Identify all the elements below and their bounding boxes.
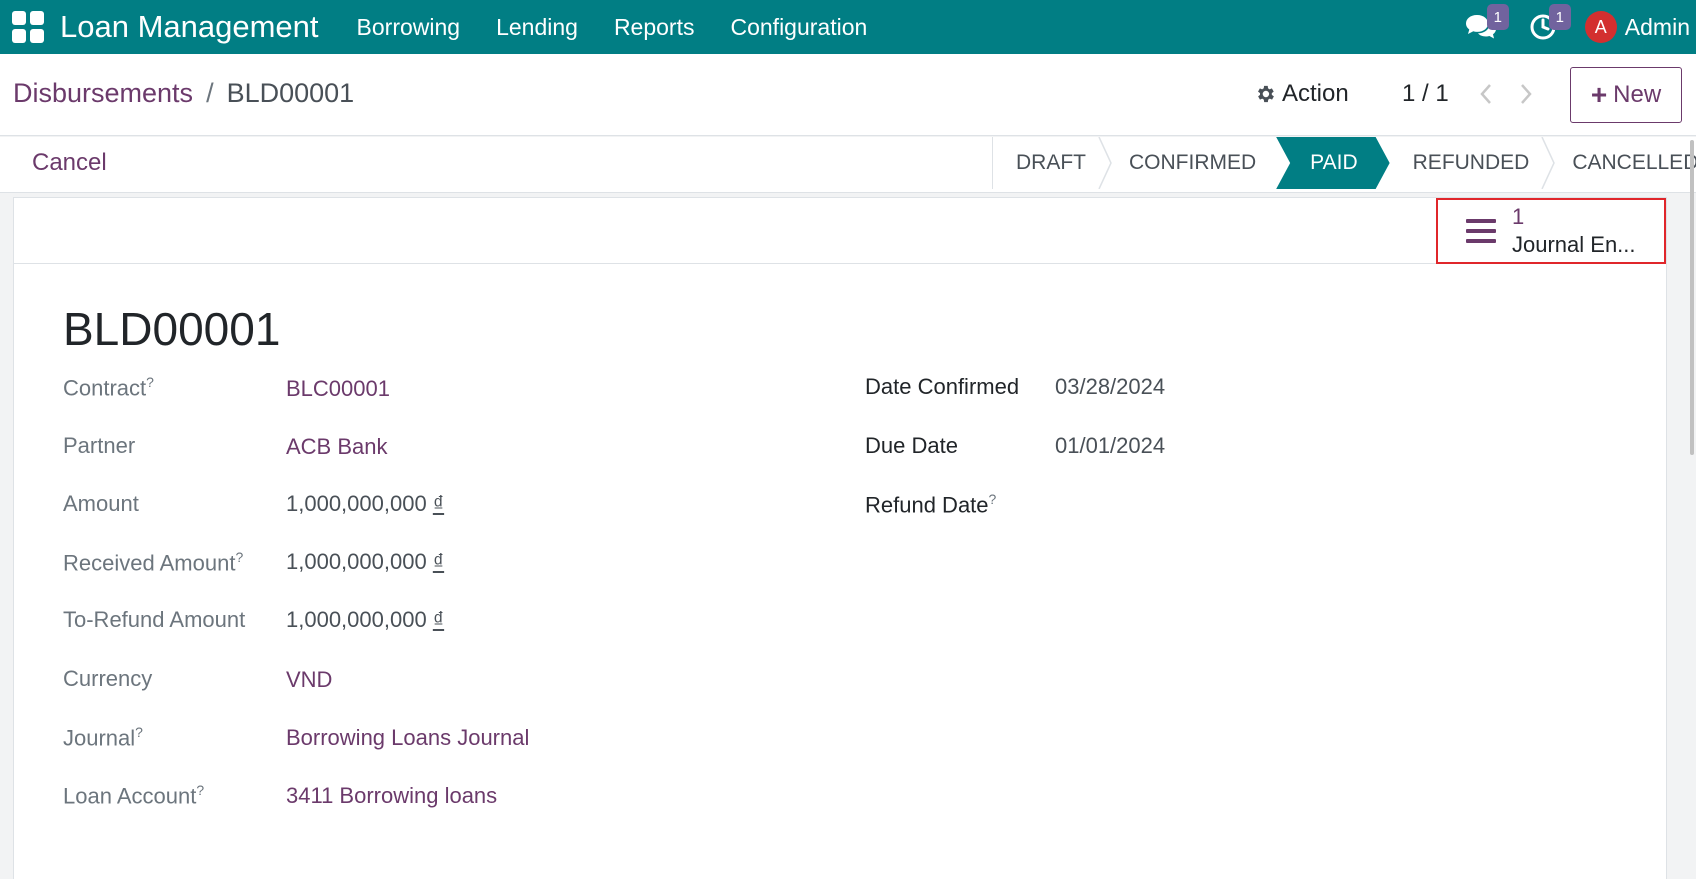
avatar: A [1584,11,1617,43]
record-title: BLD00001 [63,303,281,355]
chat-badge: 1 [1486,4,1509,30]
action-button[interactable]: Action [1254,80,1349,108]
to-refund-amount-value: 1,000,000,000 ₫ [286,607,445,632]
stage-cancelled[interactable]: CANCELLED [1549,137,1696,189]
stage-label: DRAFT [1016,151,1086,174]
amount-value: 1,000,000,000 ₫ [286,491,445,516]
app-title[interactable]: Loan Management [60,9,319,45]
stage-confirmed[interactable]: CONFIRMED [1106,137,1276,189]
cancel-button[interactable]: Cancel [32,149,107,177]
page-scrollbar[interactable] [1690,140,1694,455]
action-button-label: Action [1282,80,1349,107]
stage-pipeline: DRAFT CONFIRMED PAID REFUNDED CANCELLED [992,137,1696,189]
user-menu[interactable]: A Admin [1584,11,1690,43]
stage-label: REFUNDED [1412,151,1530,174]
menu-reports[interactable]: Reports [596,14,713,41]
received-amount-value: 1,000,000,000 ₫ [286,549,445,574]
partner-value[interactable]: ACB Bank [286,434,388,460]
help-tooltip-icon[interactable]: ? [135,724,143,740]
menu-borrowing[interactable]: Borrowing [339,14,479,41]
activity-clock-icon[interactable]: 1 [1523,0,1571,54]
journal-value[interactable]: Borrowing Loans Journal [286,725,529,751]
refund-date-label: Refund Date? [865,491,997,518]
contract-label: Contract? [63,374,154,401]
control-panel: Disbursements / BLD00001 Action 1 / 1 + … [0,54,1696,136]
due-date-label: Due Date [865,433,958,458]
chevron-right-icon [1521,84,1532,104]
bars-icon [1466,219,1496,243]
chevron-left-icon [1480,84,1491,104]
breadcrumb-current: BLD00001 [226,78,355,108]
breadcrumb-separator: / [206,78,214,108]
currency-symbol: ₫ [432,491,445,516]
stage-draft[interactable]: DRAFT [993,137,1112,189]
pager-next-button[interactable] [1514,80,1538,108]
gear-icon [1258,85,1274,103]
stage-refunded[interactable]: REFUNDED [1390,137,1556,189]
stage-label: CONFIRMED [1129,151,1257,174]
help-tooltip-icon[interactable]: ? [989,491,997,507]
status-bar: Cancel DRAFT CONFIRMED PAID REFUNDED CAN… [0,137,1696,193]
menu-lending[interactable]: Lending [478,14,596,41]
currency-symbol: ₫ [432,549,445,574]
loan-account-label: Loan Account? [63,782,205,809]
new-button-label: New [1613,81,1662,108]
due-date-value: 01/01/2024 [1055,433,1166,458]
help-tooltip-icon[interactable]: ? [235,549,243,565]
stage-paid[interactable]: PAID [1276,137,1389,189]
chat-icon[interactable]: 1 [1461,0,1509,54]
amount-label: Amount [63,491,139,516]
currency-symbol: ₫ [432,607,445,632]
help-tooltip-icon[interactable]: ? [146,374,154,390]
user-name: Admin [1624,13,1690,40]
journal-label: Journal? [63,724,143,751]
journal-entries-smart-button[interactable]: 1 Journal En... [1436,198,1666,264]
apps-menu-icon[interactable] [12,11,44,43]
stage-label: PAID [1310,151,1358,174]
pager-value[interactable]: 1 / 1 [1402,80,1449,108]
smart-button-box: 1 Journal En... [14,198,1666,264]
journal-entries-label: Journal En... [1512,232,1636,257]
loan-account-value[interactable]: 3411 Borrowing loans [286,783,497,809]
currency-label: Currency [63,666,153,691]
journal-entries-count: 1 [1512,204,1525,229]
partner-label: Partner [63,433,136,458]
breadcrumb-parent-link[interactable]: Disbursements [13,78,193,109]
help-tooltip-icon[interactable]: ? [196,782,204,798]
form-sheet: 1 Journal En... BLD00001 Contract? BLC00… [13,197,1667,879]
activity-badge: 1 [1548,4,1571,30]
date-confirmed-label: Date Confirmed [865,374,1020,399]
top-navbar: Loan Management Borrowing Lending Report… [0,0,1696,54]
date-confirmed-value: 03/28/2024 [1055,374,1166,399]
breadcrumb: Disbursements / BLD00001 [13,78,354,109]
contract-value[interactable]: BLC00001 [286,376,390,402]
new-button[interactable]: + New [1570,67,1682,123]
to-refund-amount-label: To-Refund Amount [63,607,246,632]
pager-previous-button[interactable] [1474,80,1498,108]
received-amount-label: Received Amount? [63,549,244,576]
plus-icon: + [1590,79,1608,110]
stage-label: CANCELLED [1572,151,1696,174]
menu-configuration[interactable]: Configuration [712,14,885,41]
currency-value[interactable]: VND [286,667,332,693]
